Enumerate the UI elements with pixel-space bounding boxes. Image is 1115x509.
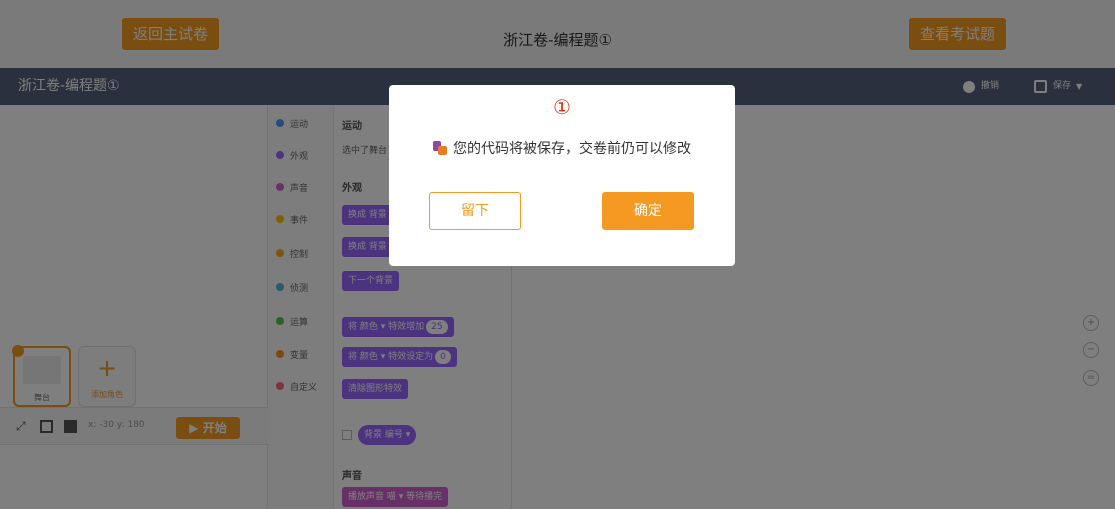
dialog-message-row: 您的代码将被保存，交卷前仍可以修改	[389, 138, 735, 158]
save-notice-icon	[433, 141, 447, 155]
save-confirm-dialog: ① 您的代码将被保存，交卷前仍可以修改 留下 确定	[389, 85, 735, 266]
dialog-number: ①	[553, 95, 571, 119]
confirm-button[interactable]: 确定	[602, 192, 694, 230]
stay-button[interactable]: 留下	[429, 192, 521, 230]
dialog-message: 您的代码将被保存，交卷前仍可以修改	[453, 141, 691, 157]
